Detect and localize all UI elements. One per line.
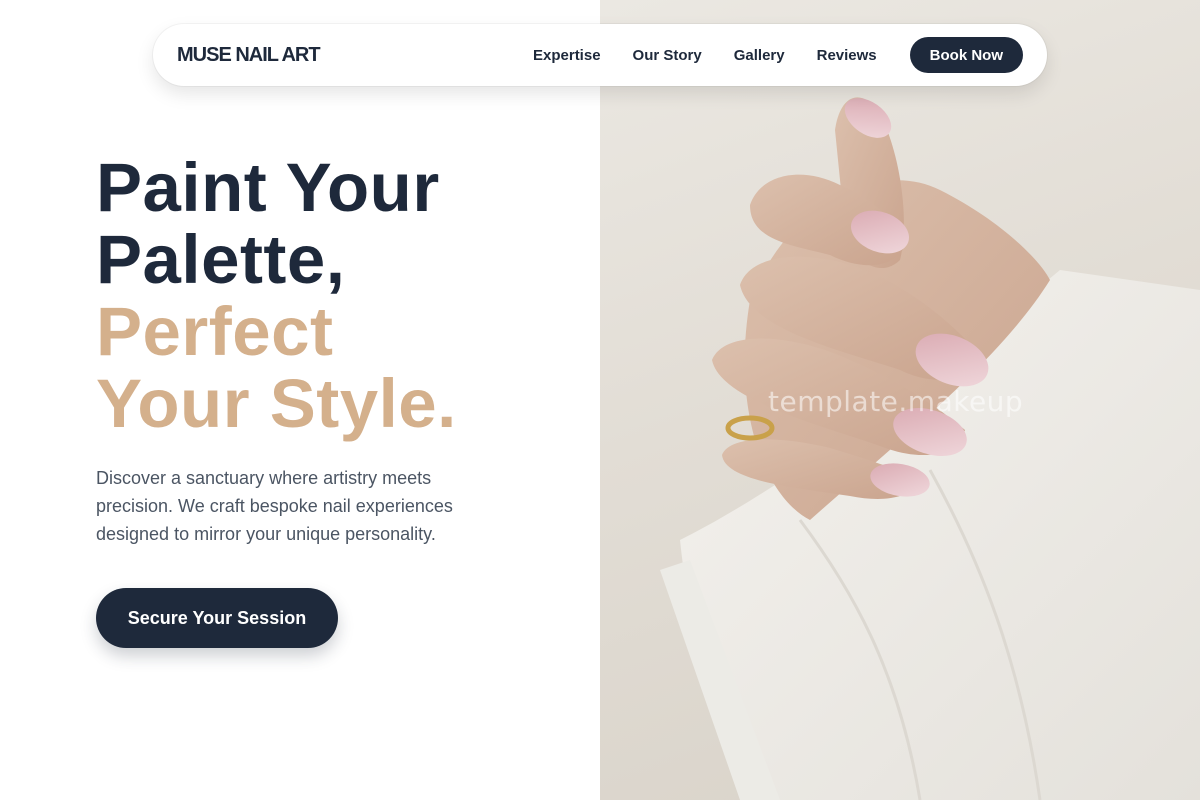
book-now-button[interactable]: Book Now [909,37,1023,73]
hero-headline: Paint Your Palette, Perfect Your Style. [96,152,596,440]
hero-photo: template.makeup [600,0,1200,800]
headline-line-1: Paint Your [96,149,440,226]
secure-session-button[interactable]: Secure Your Session [96,588,338,648]
headline-line-4: Your Style. [96,365,457,442]
top-navigation: MUSE NAIL ART Expertise Our Story Galler… [153,24,1047,86]
nav-link-our-story[interactable]: Our Story [633,47,702,64]
nav-links: Expertise Our Story Gallery Reviews Book… [533,37,1023,73]
watermark-text: template.makeup [768,385,1024,418]
nav-link-gallery[interactable]: Gallery [734,47,785,64]
brand-logo[interactable]: MUSE NAIL ART [177,44,321,67]
nav-link-reviews[interactable]: Reviews [817,47,877,64]
nav-link-expertise[interactable]: Expertise [533,47,601,64]
hero-description: Discover a sanctuary where artistry meet… [96,468,453,544]
headline-line-2: Palette, [96,221,346,298]
headline-line-3: Perfect [96,293,334,370]
